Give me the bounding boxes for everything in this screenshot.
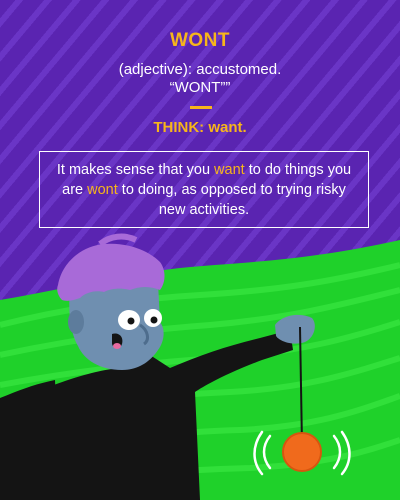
vocab-card: WONT (adjective): accustomed. “WONT”” TH… (0, 0, 400, 500)
example-sentence-box: It makes sense that you want to do thing… (39, 151, 369, 228)
example-sentence: It makes sense that you want to do thing… (49, 160, 359, 220)
sentence-part: It makes sense that you (56, 161, 215, 178)
think-hint: THINK: want. (153, 119, 247, 136)
pronunciation: “WONT”” (169, 79, 231, 96)
definition: (adjective): accustomed. (118, 61, 282, 78)
divider (190, 106, 212, 109)
vocab-word: WONT (169, 30, 231, 51)
highlight-wont: wont (87, 181, 118, 198)
sentence-part: to doing, as opposed to trying risky new… (117, 181, 346, 218)
highlight-want: want (214, 161, 245, 178)
